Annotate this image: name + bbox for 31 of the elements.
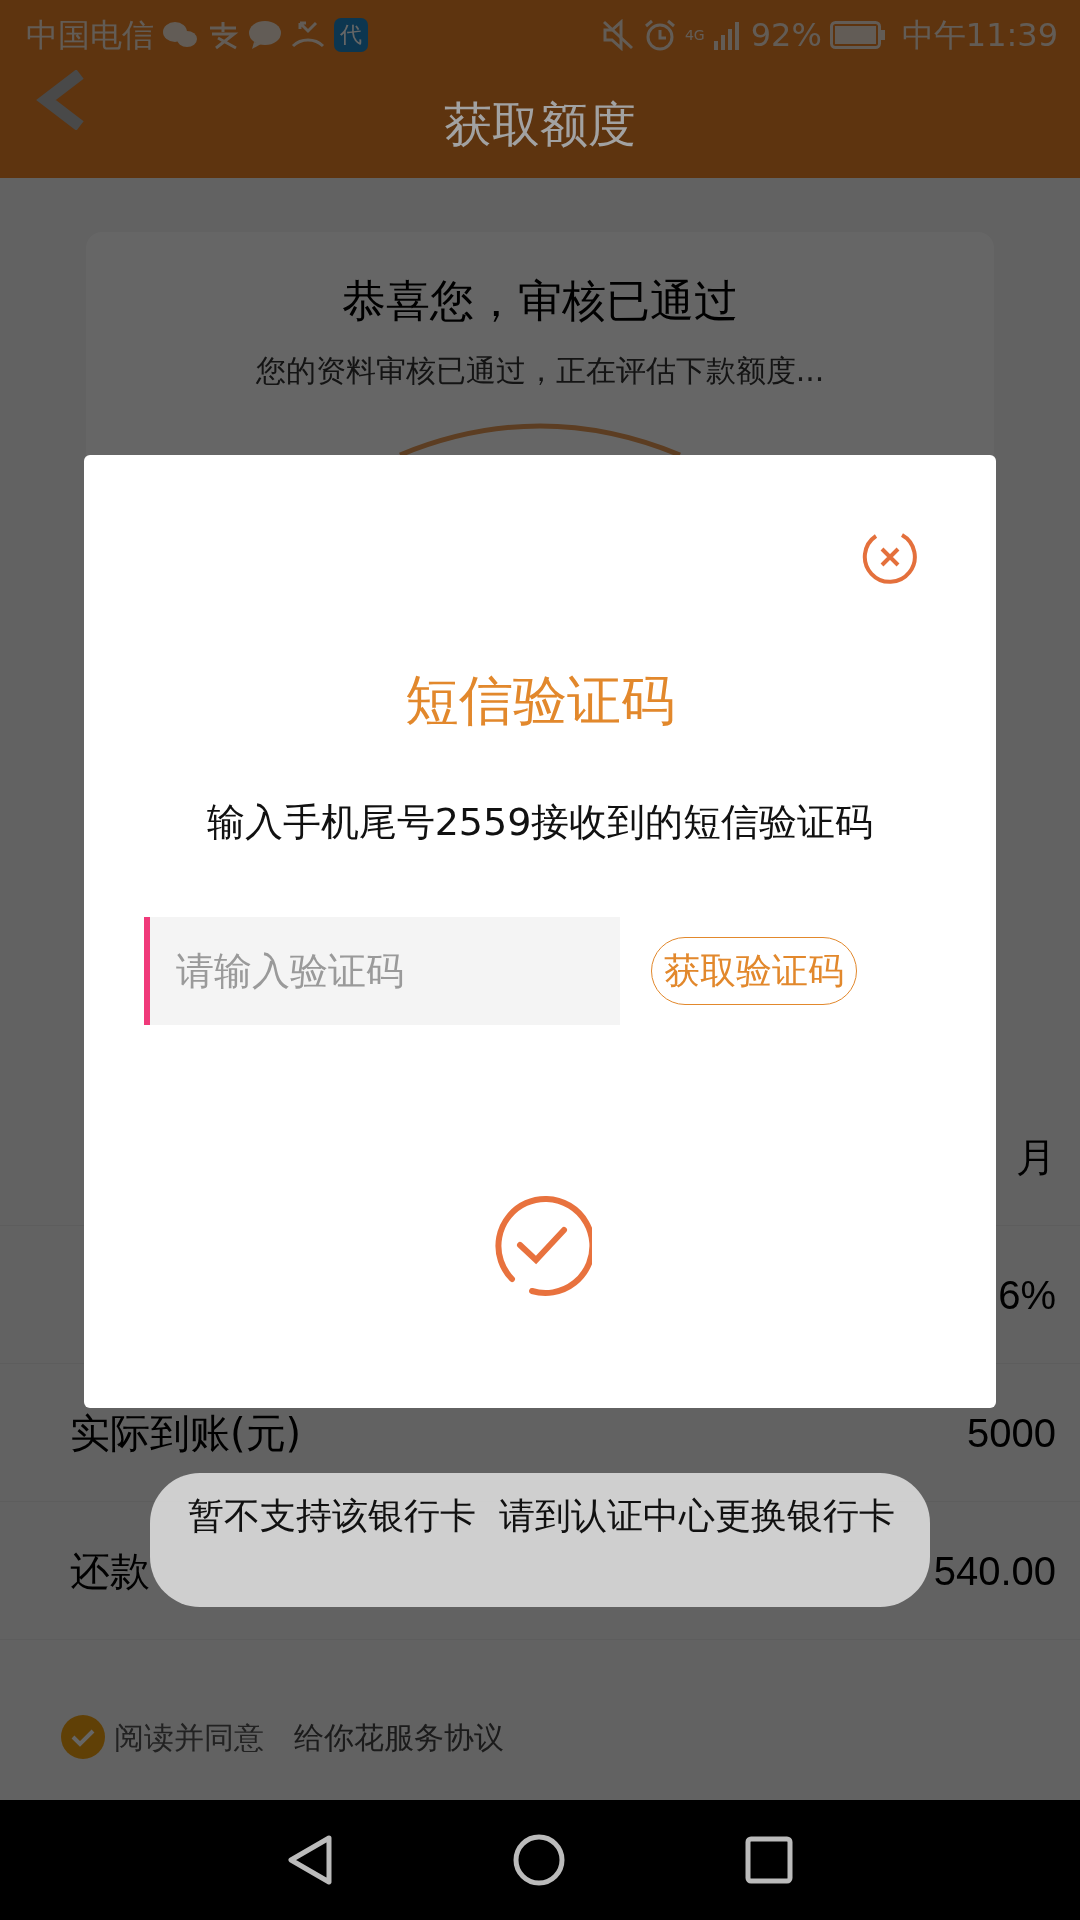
page-title: 获取额度 — [444, 95, 636, 154]
carrier-name: 中国电信 — [26, 15, 154, 56]
mute-icon — [600, 19, 635, 51]
back-nav-icon[interactable] — [287, 1834, 333, 1886]
toast-message: 暂不支持该银行卡 请到认证中心更换银行卡 — [150, 1473, 930, 1607]
missed-call-icon — [290, 20, 326, 50]
row-label: 还款 — [70, 1546, 150, 1596]
message-icon — [248, 20, 282, 50]
alarm-icon — [642, 18, 677, 52]
send-code-button[interactable]: 获取验证码 — [651, 936, 857, 1005]
row-value: 6% — [998, 1271, 1056, 1319]
battery-percent: 92% — [750, 15, 822, 56]
dialog-message: 输入手机尾号2559接收到的短信验证码 — [205, 798, 875, 846]
row-label: 实际到账(元) — [70, 1408, 302, 1458]
home-nav-icon[interactable] — [513, 1834, 565, 1886]
network-label: 4G — [684, 28, 705, 42]
card-subtitle: 您的资料审核已通过，正在评估下款额度... — [254, 352, 826, 390]
agreement-link[interactable]: 给你花服务协议 — [294, 1714, 504, 1760]
dialog-title: 短信验证码 — [404, 669, 676, 734]
row-value: 5000 — [967, 1409, 1056, 1457]
agreement-text: 阅读并同意 — [114, 1718, 264, 1757]
checkbox[interactable] — [60, 1714, 106, 1760]
app-icon: 代 — [334, 18, 368, 52]
battery-icon — [829, 21, 886, 49]
code-input-field[interactable]: 请输入验证码 — [144, 916, 620, 1025]
row-value: 540.00 — [933, 1547, 1056, 1595]
clock-time: 中午11:39 — [901, 15, 1058, 56]
chat-bubbles-icon — [162, 20, 198, 50]
row-value: 月 — [1016, 1133, 1056, 1181]
card-title: 恭喜您，审核已通过 — [341, 274, 739, 328]
recents-nav-icon[interactable] — [745, 1836, 793, 1884]
